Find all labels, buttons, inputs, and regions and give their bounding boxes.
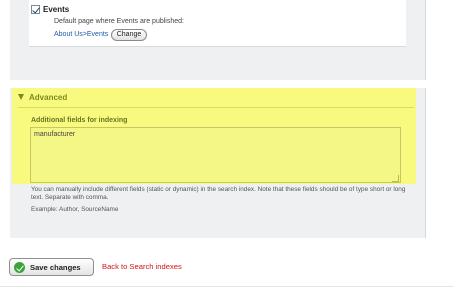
additional-fields-input[interactable]: manufacturer xyxy=(30,127,401,183)
resize-grip-icon[interactable] xyxy=(392,175,399,182)
advanced-section-toggle[interactable]: Advanced xyxy=(18,93,67,102)
back-to-search-indexes-link[interactable]: Back to Search indexes xyxy=(102,262,182,271)
events-label: Events xyxy=(43,5,70,14)
events-checkbox[interactable] xyxy=(31,5,40,14)
divider xyxy=(18,107,414,108)
fields-label: Additional fields for indexing xyxy=(31,117,128,124)
save-label: Save changes xyxy=(30,263,81,272)
save-changes-button[interactable]: Save changes xyxy=(9,258,94,276)
default-page-text: Default page where Events are published: xyxy=(54,18,184,25)
change-button[interactable]: Change xyxy=(111,29,147,41)
advanced-header-label: Advanced xyxy=(29,93,68,102)
events-page-link[interactable]: About Us>Events xyxy=(54,31,108,38)
check-circle-icon xyxy=(14,262,25,273)
example-text: Example: Author, SourceName xyxy=(31,206,119,213)
triangle-down-icon xyxy=(18,94,24,100)
help-text: You can manually include different field… xyxy=(31,186,406,201)
divider xyxy=(0,286,454,287)
